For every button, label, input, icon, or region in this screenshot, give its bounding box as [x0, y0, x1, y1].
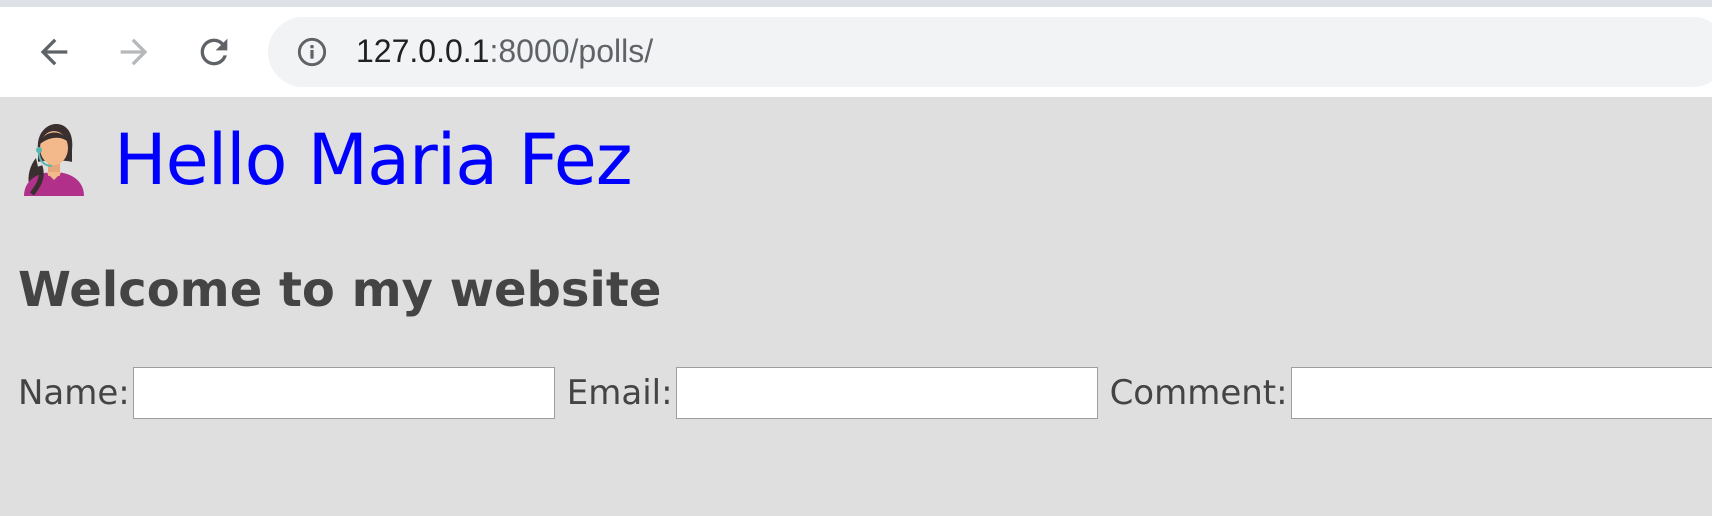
arrow-right-icon — [120, 38, 148, 66]
name-input[interactable] — [132, 367, 555, 419]
comment-form: Name: Email: Comment: — [18, 367, 1712, 419]
email-input[interactable] — [675, 367, 1098, 419]
page-content: Hello Maria Fez Welcome to my website Na… — [0, 97, 1712, 516]
browser-top-strip — [0, 0, 1712, 7]
url-host: 127.0.0.1 — [356, 33, 490, 69]
comment-label: Comment: — [1109, 373, 1288, 413]
name-label: Name: — [18, 373, 130, 413]
url-path: :8000/polls/ — [489, 33, 654, 69]
back-button[interactable] — [30, 28, 78, 76]
email-label: Email: — [566, 373, 673, 413]
url-text[interactable]: 127.0.0.1:8000/polls/ — [356, 31, 653, 71]
forward-button[interactable] — [110, 28, 158, 76]
reload-icon — [200, 38, 228, 66]
greeting-heading: Hello Maria Fez — [114, 119, 633, 201]
address-bar[interactable]: 127.0.0.1:8000/polls/ — [268, 17, 1712, 87]
info-icon[interactable] — [296, 36, 328, 68]
reload-button[interactable] — [190, 28, 238, 76]
welcome-heading: Welcome to my website — [18, 262, 662, 318]
arrow-left-icon — [40, 38, 68, 66]
page-heading: Hello Maria Fez — [18, 115, 633, 205]
browser-toolbar: 127.0.0.1:8000/polls/ — [0, 7, 1712, 97]
user-avatar-icon — [24, 124, 84, 196]
comment-input[interactable] — [1290, 367, 1712, 419]
